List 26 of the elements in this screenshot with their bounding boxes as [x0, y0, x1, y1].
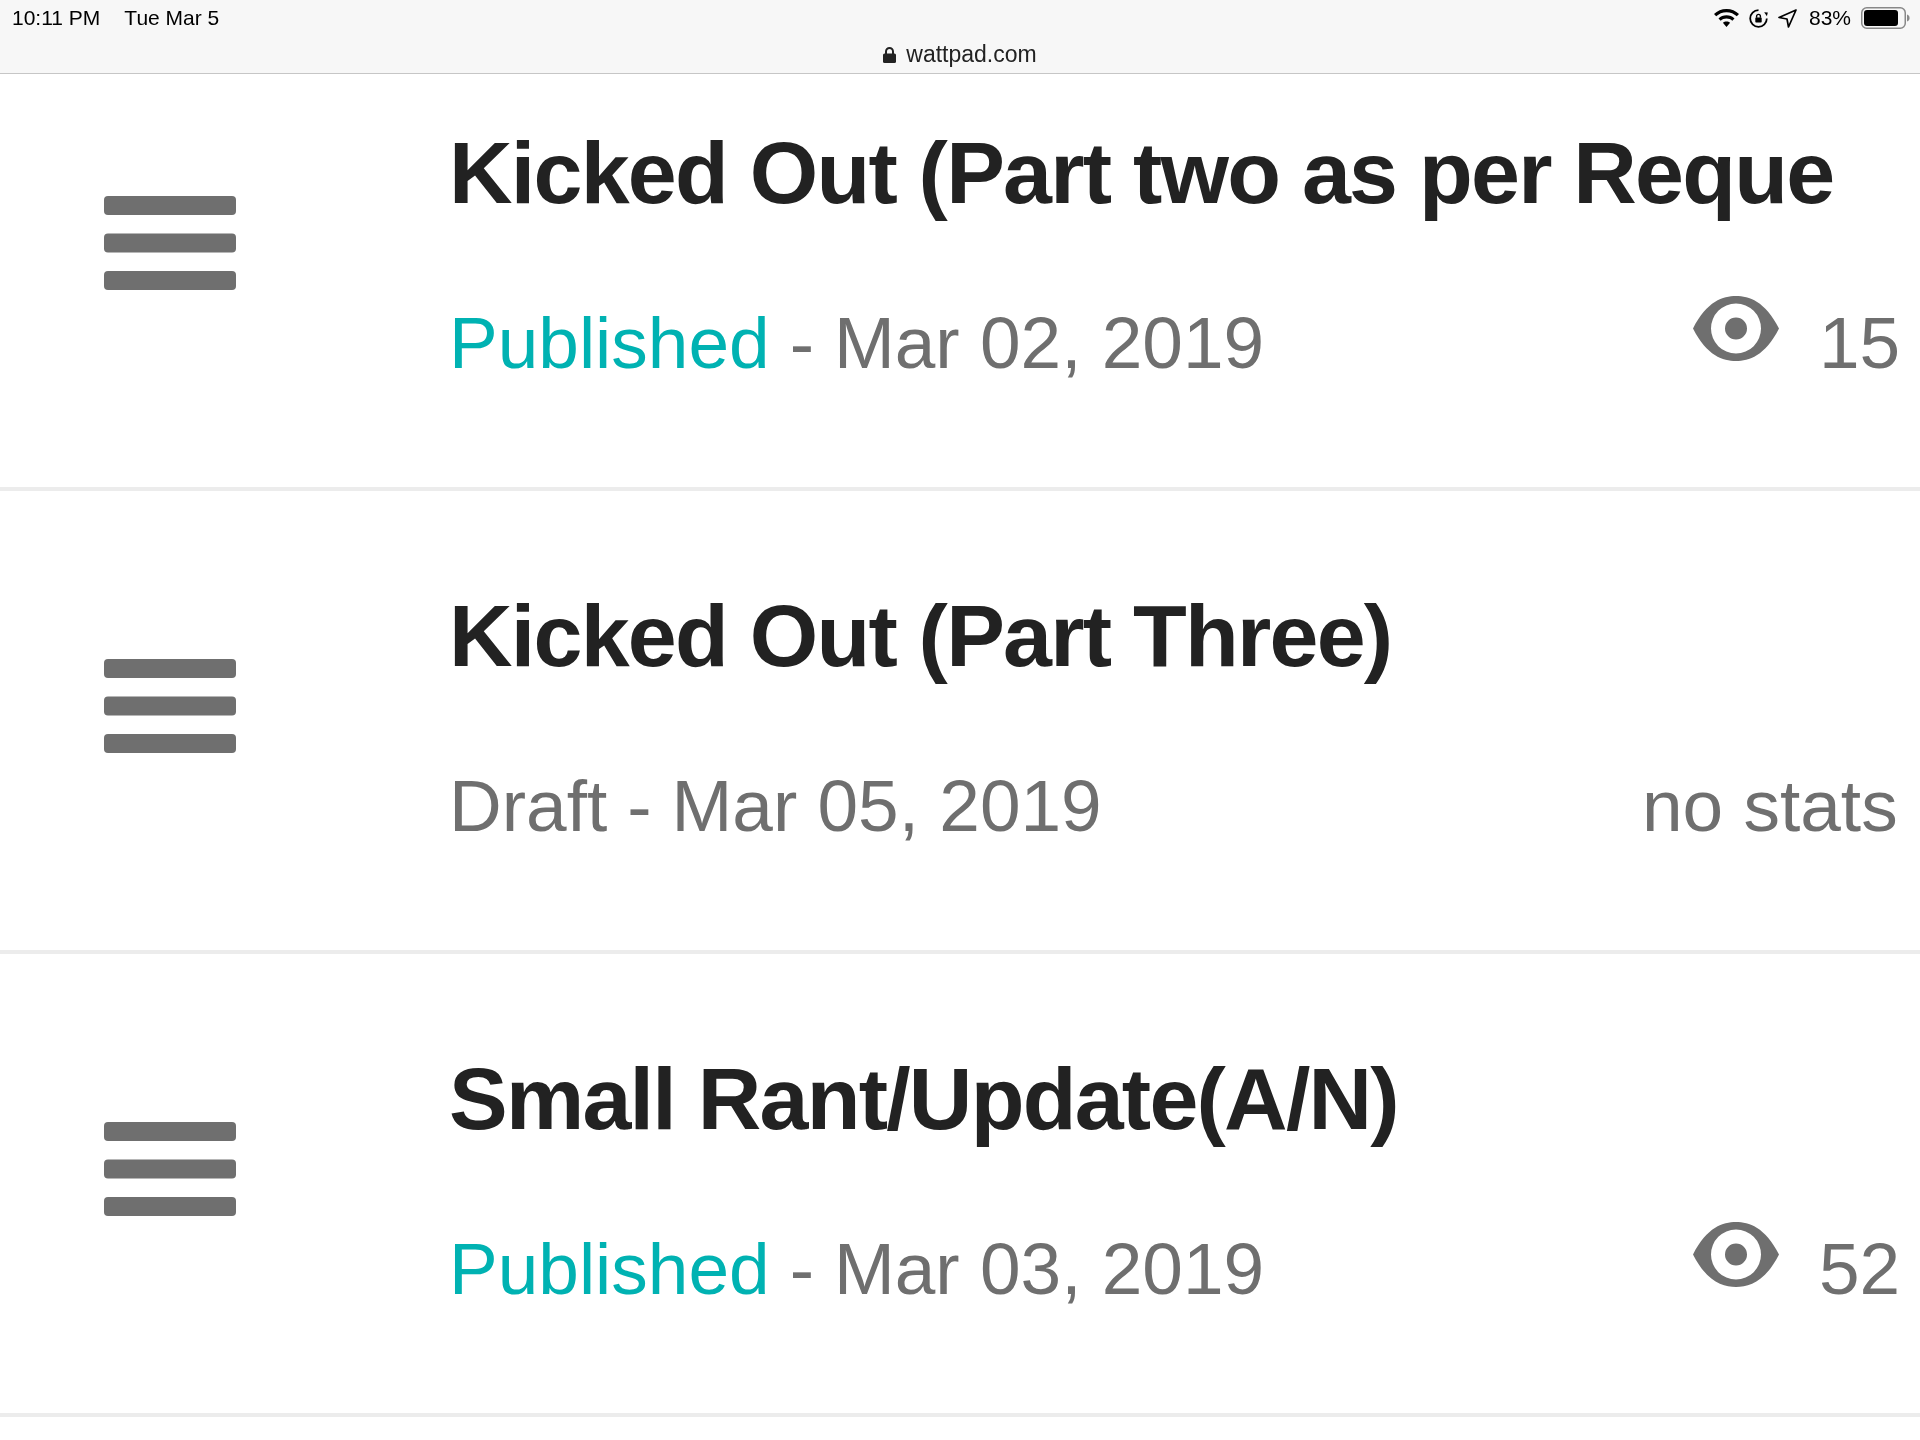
location-arrow-icon [1777, 8, 1797, 28]
hamburger-icon[interactable] [104, 196, 236, 290]
date-text: Mar 02, 2019 [833, 306, 1265, 379]
date-text: Mar 05, 2019 [671, 769, 1102, 842]
status-label: Published [449, 1232, 770, 1305]
rotation-lock-icon [1748, 8, 1768, 28]
no-stats-text: no stats [1642, 769, 1899, 842]
status-label: Published [449, 306, 770, 379]
view-count: 15 [1819, 306, 1901, 379]
view-count: 52 [1819, 1232, 1901, 1305]
dash-separator: - [789, 1232, 814, 1305]
date-text: Mar 03, 2019 [833, 1232, 1265, 1305]
hamburger-icon[interactable] [104, 1122, 236, 1216]
status-label: Draft [449, 769, 608, 842]
url-text: wattpad.com [906, 40, 1037, 70]
dash-separator: - [627, 769, 652, 842]
dash-separator: - [789, 306, 814, 379]
status-time: 10:11 PM [12, 5, 101, 32]
eye-icon [1693, 1222, 1779, 1287]
lock-icon [883, 46, 897, 63]
battery-percent: 83% [1808, 5, 1851, 32]
hamburger-icon[interactable] [104, 659, 236, 753]
status-date: Tue Mar 5 [124, 5, 220, 32]
battery-icon [1861, 7, 1910, 29]
wifi-icon [1713, 9, 1739, 27]
eye-icon [1693, 296, 1779, 361]
